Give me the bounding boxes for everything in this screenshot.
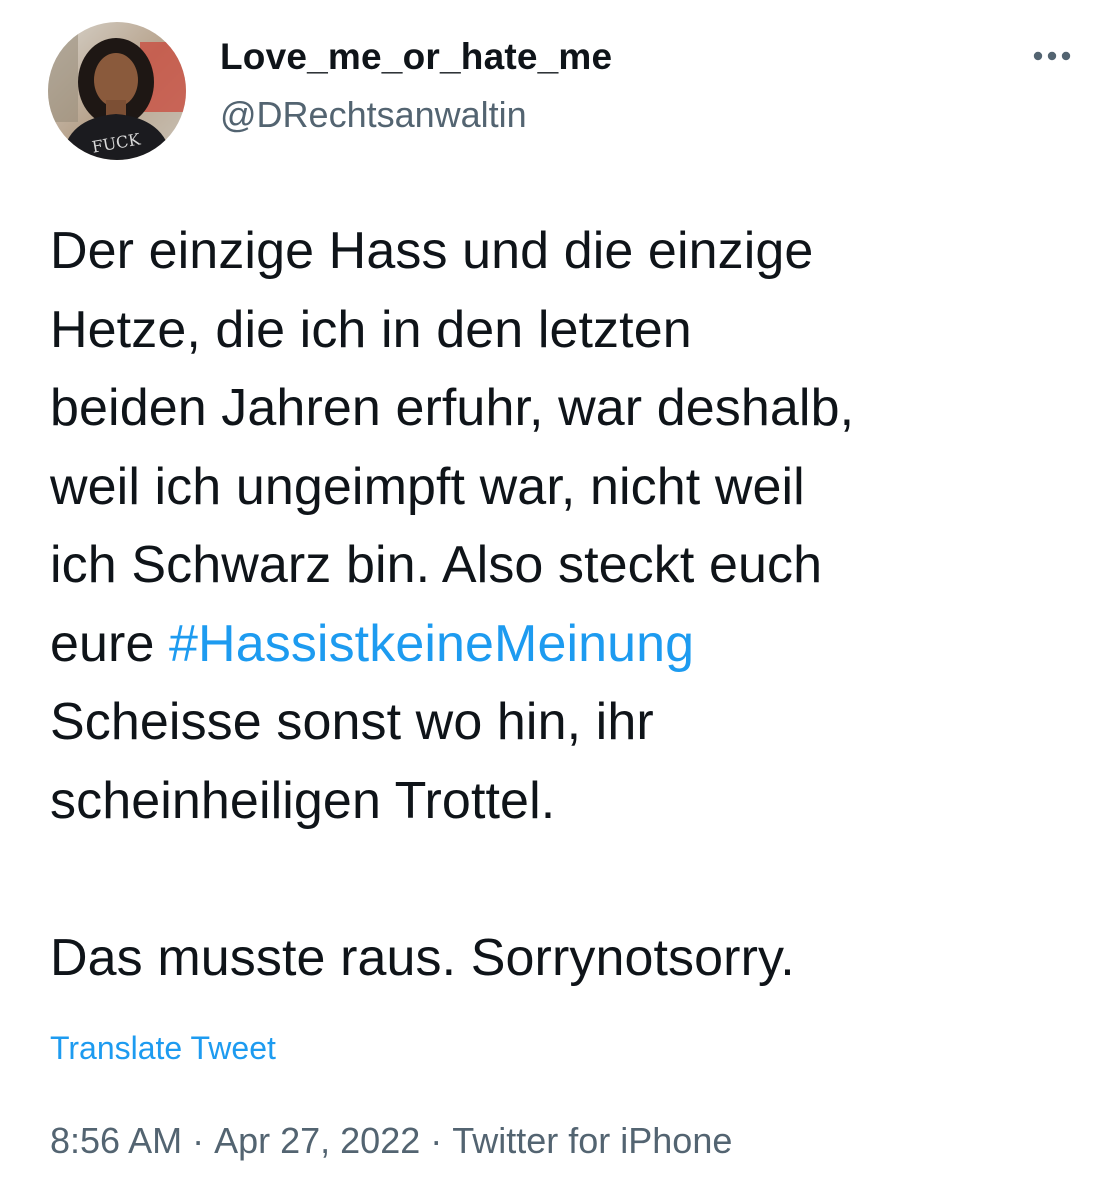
- hashtag-link[interactable]: #HassistkeineMeinung: [169, 615, 694, 673]
- tweet-metadata: 8:56 AM · Apr 27, 2022 · Twitter for iPhone: [50, 1120, 732, 1162]
- tweet-text-line: weil ich ungeimpft war, nicht weil: [50, 457, 805, 516]
- paragraph-break: [50, 840, 1090, 919]
- tweet-timestamp-date[interactable]: Apr 27, 2022: [214, 1120, 420, 1161]
- tweet-text-line: scheinheiligen Trottel.: [50, 771, 556, 830]
- tweet-text-line: Hetze, die ich in den letzten: [50, 300, 692, 359]
- tweet-text-line: Der einzige Hass und die einzige: [50, 222, 814, 280]
- translate-tweet-link[interactable]: Translate Tweet: [50, 1030, 276, 1067]
- separator-dot: ·: [192, 1120, 205, 1161]
- display-name[interactable]: Love_me_or_hate_me: [220, 36, 612, 78]
- tweet-source[interactable]: Twitter for iPhone: [452, 1120, 732, 1161]
- avatar[interactable]: FUCK: [48, 22, 186, 160]
- separator-dot: ·: [430, 1120, 443, 1161]
- tweet-text-line: Das musste raus. Sorrynotsorry.: [50, 928, 795, 987]
- tweet-text-line: Scheisse sonst wo hin, ihr: [50, 693, 654, 751]
- more-options-button[interactable]: [1024, 36, 1080, 76]
- user-handle[interactable]: @DRechtsanwaltin: [220, 94, 527, 136]
- tweet: FUCK Love_me_or_hate_me @DRechtsanwaltin…: [0, 0, 1102, 1195]
- tweet-text-fragment: eure: [50, 614, 170, 673]
- tweet-text-line-with-hashtag: eure #HassistkeineMeinung: [50, 605, 1090, 684]
- tweet-text: Der einzige Hass und die einzige Hetze, …: [50, 212, 1090, 997]
- tweet-text-line: beiden Jahren erfuhr, war deshalb,: [50, 379, 855, 437]
- more-horizontal-icon: [1033, 51, 1071, 61]
- tweet-text-line: ich Schwarz bin. Also steckt euch: [50, 536, 823, 594]
- tweet-timestamp-time[interactable]: 8:56 AM: [50, 1120, 182, 1161]
- avatar-image: FUCK: [48, 22, 186, 160]
